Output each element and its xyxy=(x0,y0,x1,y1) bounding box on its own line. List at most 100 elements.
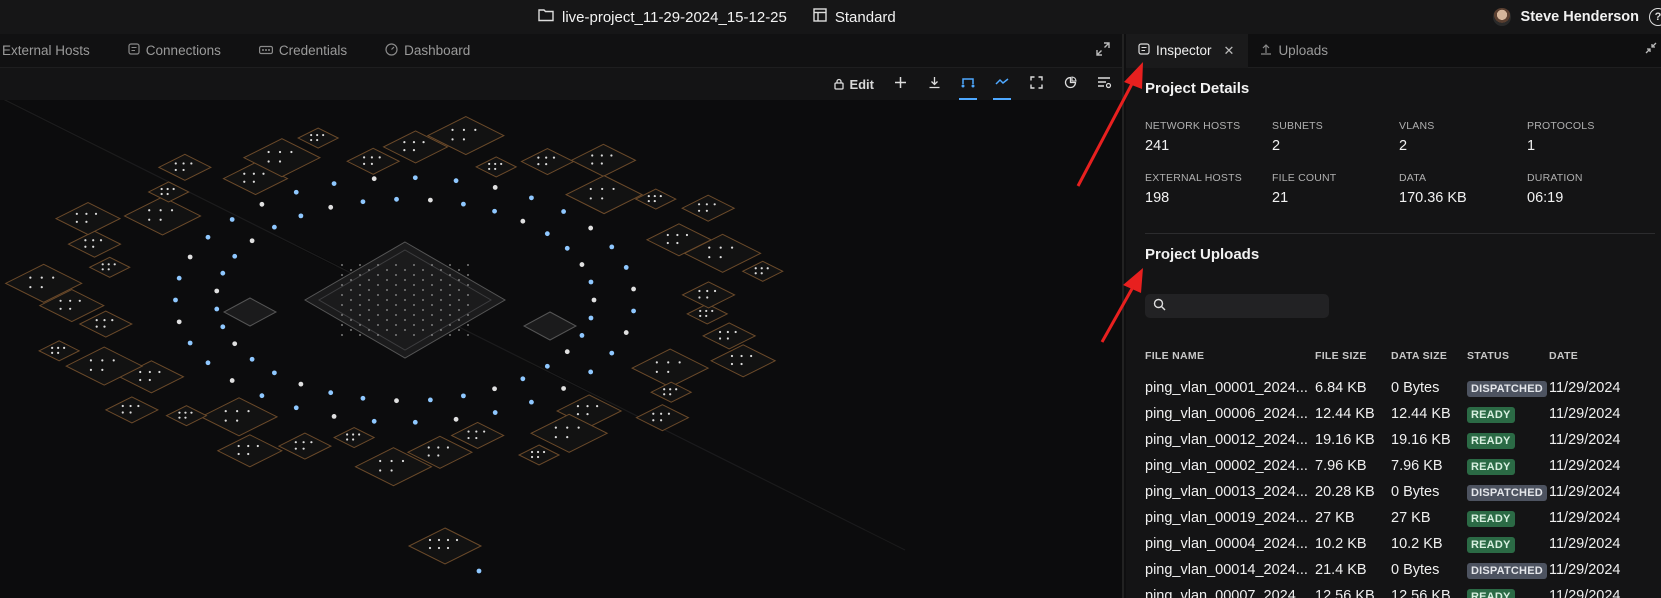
external-host-group[interactable] xyxy=(88,256,131,278)
table-row[interactable]: ping_vlan_00012_2024... 19.16 KB 19.16 KB R… xyxy=(1145,428,1661,454)
external-host-group[interactable] xyxy=(157,153,212,181)
download-icon[interactable] xyxy=(926,76,942,92)
external-host-group[interactable] xyxy=(681,194,736,222)
external-host-group[interactable] xyxy=(702,322,757,350)
table-row[interactable]: ping_vlan_00007_2024... 12.56 KB 12.56 KB R… xyxy=(1145,584,1661,598)
host-node[interactable] xyxy=(220,324,226,330)
table-row[interactable]: ping_vlan_00002_2024... 7.96 KB 7.96 KB REA… xyxy=(1145,454,1661,480)
host-node[interactable] xyxy=(631,308,636,314)
host-node[interactable] xyxy=(360,395,366,401)
subnet-node[interactable] xyxy=(222,297,278,327)
external-host-group[interactable] xyxy=(165,405,208,427)
external-host-group[interactable] xyxy=(635,404,690,432)
host-node[interactable] xyxy=(214,306,220,312)
host-node[interactable] xyxy=(623,330,629,335)
external-host-group[interactable] xyxy=(104,396,159,424)
column-file-size[interactable]: FILE SIZE xyxy=(1315,350,1391,362)
table-row[interactable]: ping_vlan_00006_2024... 12.44 KB 12.44 KB R… xyxy=(1145,402,1661,428)
host-node[interactable] xyxy=(176,275,182,281)
external-host-group[interactable] xyxy=(333,426,376,449)
external-host-group[interactable] xyxy=(681,281,736,309)
external-host-group[interactable] xyxy=(67,230,122,258)
tab-external-hosts[interactable]: External Hosts xyxy=(0,34,114,68)
external-host-group[interactable] xyxy=(54,202,122,236)
host-node[interactable] xyxy=(176,319,182,325)
host-node[interactable] xyxy=(298,213,304,219)
external-host-group[interactable] xyxy=(147,181,190,203)
external-host-group[interactable] xyxy=(346,147,401,175)
host-node[interactable] xyxy=(609,350,615,356)
host-node[interactable] xyxy=(229,378,235,383)
external-host-group[interactable] xyxy=(407,527,483,565)
host-node[interactable] xyxy=(492,185,498,190)
host-node[interactable] xyxy=(271,224,277,230)
host-node[interactable] xyxy=(609,244,615,250)
host-node[interactable] xyxy=(588,369,594,375)
add-icon[interactable] xyxy=(892,76,908,92)
user-name[interactable]: Steve Henderson xyxy=(1521,9,1639,25)
host-node[interactable] xyxy=(360,199,366,205)
host-node[interactable] xyxy=(229,217,235,222)
close-icon[interactable]: ✕ xyxy=(1224,43,1235,59)
host-node[interactable] xyxy=(328,204,334,210)
external-host-group[interactable] xyxy=(475,156,518,178)
host-node[interactable] xyxy=(394,196,399,202)
external-host-group[interactable] xyxy=(564,175,644,215)
external-host-group[interactable] xyxy=(123,196,202,236)
tab-credentials[interactable]: Credentials xyxy=(245,34,371,68)
tab-uploads[interactable]: Uploads xyxy=(1248,34,1342,68)
host-node[interactable] xyxy=(214,288,220,294)
host-node[interactable] xyxy=(412,419,418,425)
host-node[interactable] xyxy=(579,262,585,267)
upload-search[interactable] xyxy=(1145,294,1329,318)
external-host-group[interactable] xyxy=(277,432,333,460)
host-node[interactable] xyxy=(529,195,534,201)
host-node[interactable] xyxy=(187,340,193,346)
host-node[interactable] xyxy=(220,270,226,276)
host-node[interactable] xyxy=(259,201,265,207)
layout-icon[interactable] xyxy=(813,8,827,26)
external-host-group[interactable] xyxy=(297,127,340,149)
external-host-group[interactable] xyxy=(78,310,133,338)
user-menu[interactable]: Steve Henderson ? xyxy=(1492,0,1661,34)
external-host-group[interactable] xyxy=(710,344,777,378)
host-node[interactable] xyxy=(631,286,636,292)
external-host-group[interactable] xyxy=(650,381,693,403)
external-host-group[interactable] xyxy=(216,434,283,468)
connect-icon[interactable] xyxy=(959,76,977,100)
host-node[interactable] xyxy=(328,390,334,396)
external-host-group[interactable] xyxy=(570,143,637,177)
host-node[interactable] xyxy=(205,360,211,366)
expand-icon[interactable] xyxy=(1096,42,1110,60)
host-node[interactable] xyxy=(259,393,265,399)
column-status[interactable]: STATUS xyxy=(1467,350,1551,362)
chart-icon[interactable] xyxy=(1062,76,1078,92)
host-node[interactable] xyxy=(476,568,482,574)
host-node[interactable] xyxy=(453,416,459,422)
host-node[interactable] xyxy=(623,265,629,270)
edit-button[interactable]: Edit xyxy=(834,77,874,92)
folder-icon[interactable] xyxy=(538,8,554,26)
filter-settings-icon[interactable] xyxy=(1096,76,1112,92)
external-host-group[interactable] xyxy=(517,444,561,466)
flow-icon[interactable] xyxy=(993,76,1011,100)
tab-dashboard[interactable]: Dashboard xyxy=(371,34,494,68)
network-graph-canvas[interactable] xyxy=(0,100,1122,598)
host-node[interactable] xyxy=(520,218,526,224)
host-node[interactable] xyxy=(492,410,498,415)
host-node[interactable] xyxy=(232,253,238,259)
fullscreen-icon[interactable] xyxy=(1028,76,1044,92)
external-host-group[interactable] xyxy=(634,188,677,210)
host-node[interactable] xyxy=(561,209,566,214)
host-node[interactable] xyxy=(249,238,255,244)
host-node[interactable] xyxy=(271,370,277,376)
host-node[interactable] xyxy=(520,376,526,382)
host-node[interactable] xyxy=(492,386,497,392)
host-node[interactable] xyxy=(293,405,299,411)
host-node[interactable] xyxy=(331,181,337,186)
host-node[interactable] xyxy=(173,297,178,303)
table-row[interactable]: ping_vlan_00019_2024... 27 KB 27 KB READY 11… xyxy=(1145,506,1661,532)
host-node[interactable] xyxy=(591,297,597,303)
host-node[interactable] xyxy=(453,178,459,184)
host-node[interactable] xyxy=(205,234,211,240)
